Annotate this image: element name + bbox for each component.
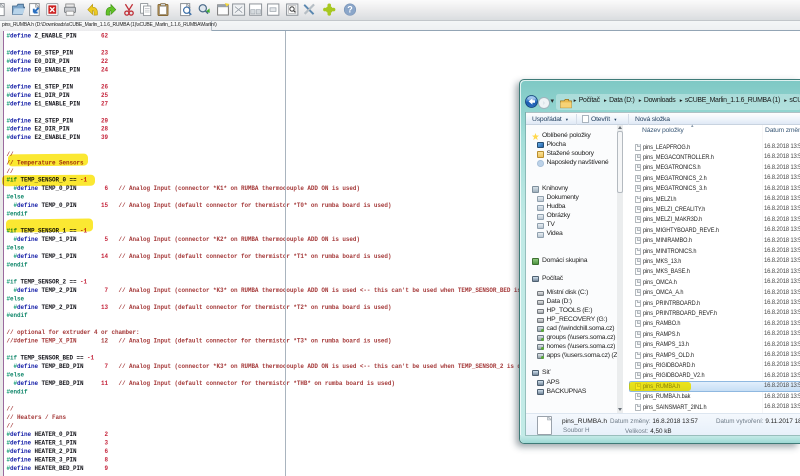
svg-text:?: ? xyxy=(347,4,353,14)
